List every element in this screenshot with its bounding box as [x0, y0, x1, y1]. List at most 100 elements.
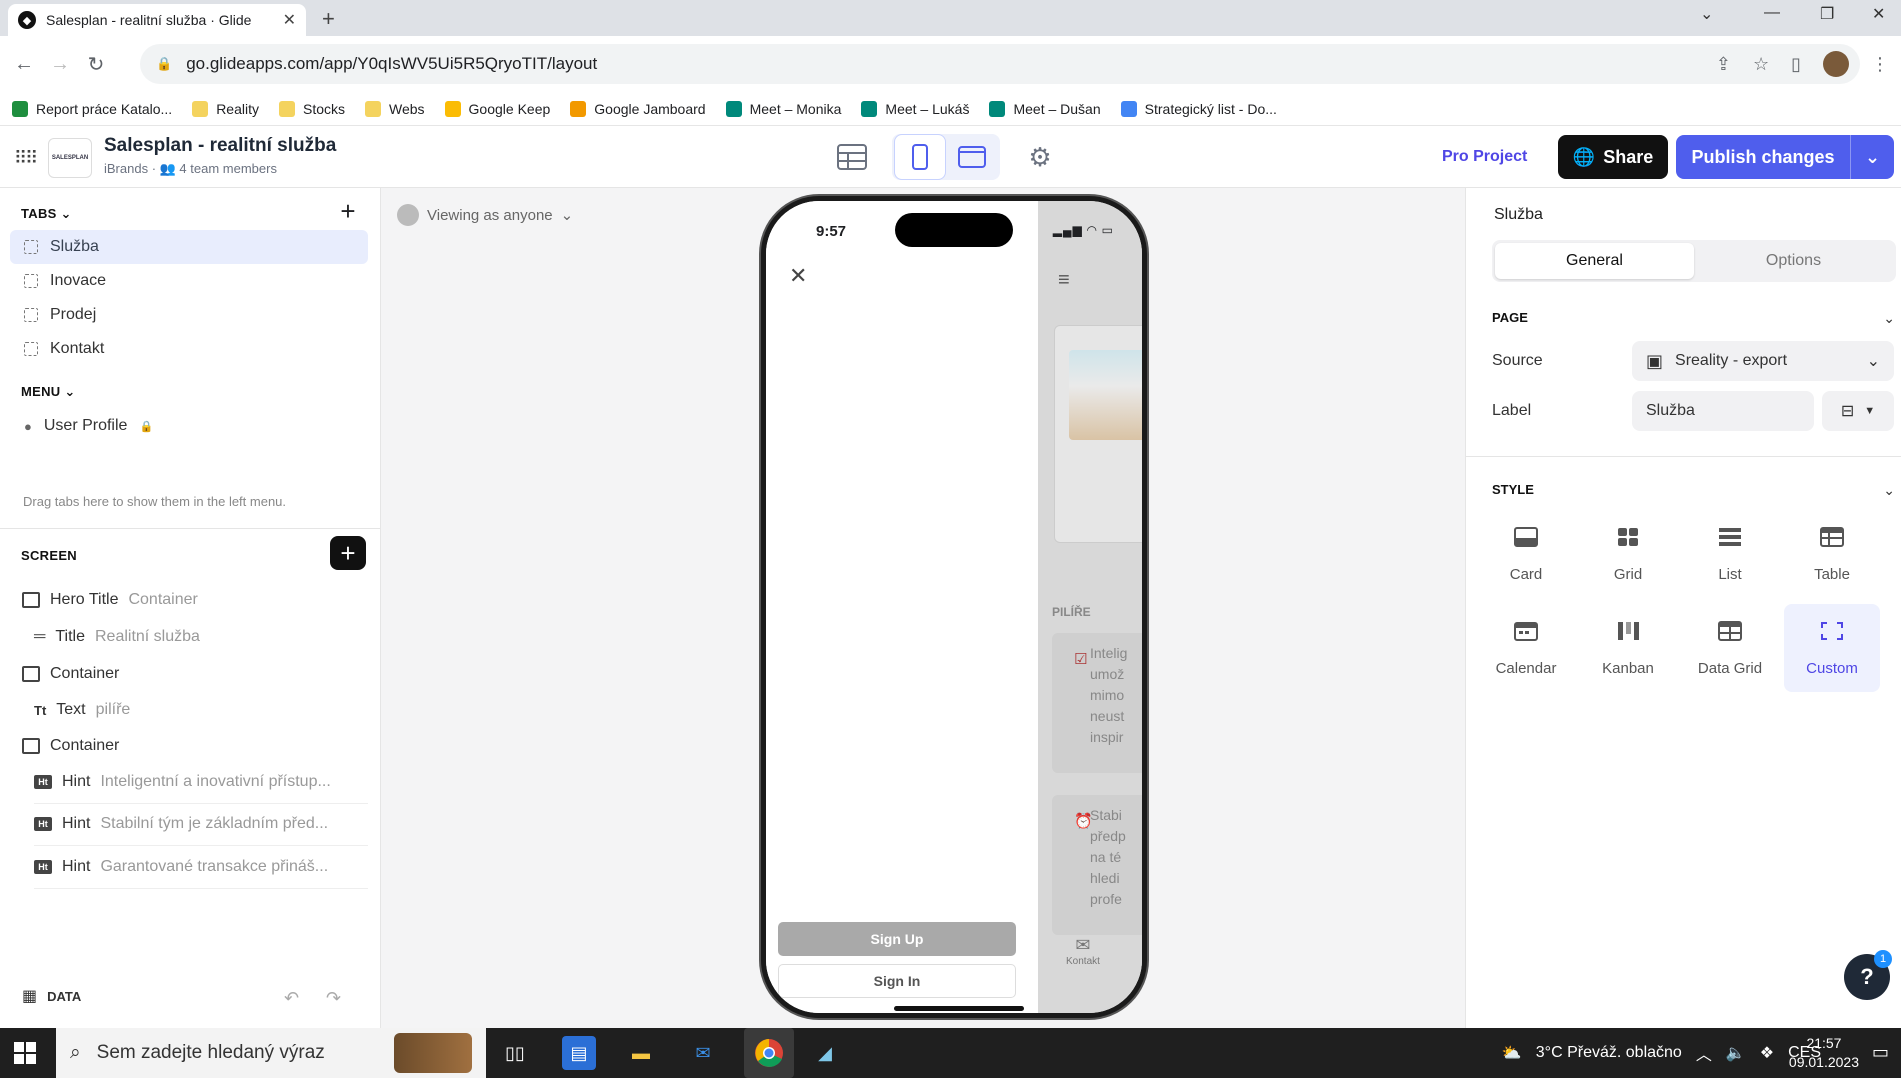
component-row[interactable]: Ht Hint Inteligentní a inovativní přístup.…	[34, 760, 368, 804]
chevron-up-icon[interactable]: ︿	[1696, 1041, 1712, 1065]
tabs-heading[interactable]: TABS ⌄	[21, 206, 72, 222]
app-logo[interactable]: SALESPLAN	[48, 138, 92, 178]
chrome-icon[interactable]	[744, 1028, 794, 1078]
bookmark-item[interactable]: Stocks	[278, 100, 345, 117]
taskbar-search[interactable]: ⌕ Sem zadejte hledaný výraz	[56, 1028, 486, 1078]
share-label: Share	[1603, 146, 1654, 167]
task-view-icon[interactable]: ▯▯	[498, 1036, 532, 1070]
pro-project-link[interactable]: Pro Project	[1442, 148, 1527, 166]
minimize-icon[interactable]: —	[1764, 4, 1780, 22]
browser-tab[interactable]: ◆ Salesplan - realitní služba · Glide ✕	[8, 4, 306, 36]
back-icon[interactable]: ←	[6, 53, 42, 76]
undo-icon[interactable]: ↶	[284, 988, 299, 1009]
settings-gear-icon[interactable]: ⚙	[1014, 134, 1066, 180]
bookmark-star-icon[interactable]: ☆	[1753, 54, 1769, 75]
add-component-button[interactable]: +	[330, 536, 366, 570]
style-option[interactable]: Calendar	[1478, 604, 1574, 692]
windows-start-icon[interactable]	[14, 1042, 36, 1064]
bookmark-item[interactable]: Report práce Katalo...	[12, 100, 172, 117]
tab-item[interactable]: Kontakt	[10, 332, 368, 366]
style-label: Table	[1814, 565, 1850, 583]
label-input[interactable]: Služba	[1632, 391, 1814, 431]
bookmark-item[interactable]: Google Jamboard	[570, 100, 706, 117]
volume-icon[interactable]: 🔈	[1726, 1043, 1746, 1063]
reload-icon[interactable]: ↻	[78, 52, 114, 77]
style-option[interactable]: Grid	[1580, 510, 1676, 598]
app-icon[interactable]: ◢	[808, 1036, 842, 1070]
tablet-view-icon[interactable]	[946, 134, 998, 180]
bison-image	[394, 1033, 472, 1073]
mobile-view-icon[interactable]	[894, 134, 946, 180]
bookmark-item[interactable]: Google Keep	[444, 100, 550, 117]
component-row[interactable]: Ht Hint Garantované transakce přináš...	[34, 845, 368, 889]
url-bar[interactable]: 🔒 go.glideapps.com/app/Y0qIsWV5Ui5R5Qryo…	[140, 44, 1860, 84]
bookmark-item[interactable]: Meet – Monika	[725, 100, 841, 117]
style-option[interactable]: Data Grid	[1682, 604, 1778, 692]
clock-icon: ⏰	[1074, 813, 1093, 830]
file-explorer-icon[interactable]: ▬	[624, 1036, 658, 1070]
style-option[interactable]: Table	[1784, 510, 1880, 598]
bookmark-item[interactable]: Webs	[365, 100, 425, 117]
forward-icon[interactable]: →	[42, 53, 78, 76]
side-panel-icon[interactable]: ▯	[1791, 54, 1801, 75]
tab-item[interactable]: Služba	[10, 230, 368, 264]
apps-grid-icon[interactable]: ⠿⠿	[14, 148, 38, 169]
close-tab-icon[interactable]: ✕	[283, 10, 296, 30]
sign-up-button[interactable]: Sign Up	[778, 922, 1016, 956]
bookmark-item[interactable]: Reality	[192, 100, 259, 117]
data-editor-icon[interactable]	[826, 134, 878, 180]
data-section[interactable]: ▦ DATA	[22, 986, 81, 1006]
style-option[interactable]: Custom	[1784, 604, 1880, 692]
bookmark-icon	[444, 100, 461, 117]
bookmark-item[interactable]: Strategický list - Do...	[1120, 100, 1277, 117]
chevron-down-icon[interactable]: ⌄	[1850, 135, 1894, 179]
label-source-picker[interactable]: ⊟ ▼	[1822, 391, 1894, 431]
tab-label: Inovace	[50, 272, 107, 289]
store-icon[interactable]: ▤	[562, 1036, 596, 1070]
hint-card[interactable]: ☑ Intelig umož mimo neust inspir	[1052, 633, 1142, 773]
tab-item[interactable]: Prodej	[10, 298, 368, 332]
clock[interactable]: 21:57 09.01.2023	[1789, 1034, 1859, 1072]
redo-icon[interactable]: ↷	[326, 988, 341, 1009]
add-tab-button[interactable]: +	[330, 194, 366, 228]
close-window-icon[interactable]: ✕	[1872, 4, 1885, 24]
restore-icon[interactable]: ❐	[1820, 4, 1834, 24]
collapse-chevron-icon[interactable]: ⌄	[1883, 482, 1895, 499]
new-tab-icon[interactable]: +	[322, 6, 335, 32]
style-option[interactable]: Card	[1478, 510, 1574, 598]
source-select[interactable]: ▣ Sreality - export ⌄	[1632, 341, 1894, 381]
tab-search-icon[interactable]: ⌄	[1700, 4, 1713, 24]
browser-tabbar: ◆ Salesplan - realitní služba · Glide ✕ …	[0, 0, 1901, 36]
dropbox-icon[interactable]: ❖	[1760, 1043, 1774, 1063]
component-row[interactable]: Ht Hint Stabilní tým je základním před...	[34, 802, 368, 846]
close-menu-icon[interactable]: ✕	[789, 263, 807, 289]
hint-line: inspir	[1090, 729, 1124, 745]
tab-options[interactable]: Options	[1694, 243, 1893, 279]
hamburger-icon[interactable]: ≡	[1058, 269, 1070, 292]
tabbar-item-kontakt[interactable]: ✉ Kontakt	[1066, 935, 1100, 967]
bookmark-item[interactable]: Meet – Dušan	[989, 100, 1101, 117]
style-option[interactable]: List	[1682, 510, 1778, 598]
checkbox-icon: ☑	[1074, 651, 1088, 668]
notifications-icon[interactable]: ▭	[1872, 1042, 1889, 1063]
bookmark-item[interactable]: Meet – Lukáš	[861, 100, 969, 117]
hint-line: profe	[1090, 891, 1122, 907]
style-option[interactable]: Kanban	[1580, 604, 1676, 692]
profile-avatar[interactable]	[1823, 51, 1849, 77]
mail-app-icon[interactable]: ✉	[686, 1036, 720, 1070]
share-button[interactable]: 🌐 Share	[1558, 135, 1668, 179]
share-page-icon[interactable]: ⇪	[1716, 54, 1731, 75]
more-menu-icon[interactable]: ⋮	[1871, 54, 1889, 75]
menu-item-user-profile[interactable]: ● User Profile 🔒	[10, 406, 368, 446]
menu-heading[interactable]: MENU ⌄	[21, 384, 76, 400]
tab-item[interactable]: Inovace	[10, 264, 368, 298]
screen-behind-menu: ≡ PILÍŘE ☑ Intelig umož mimo neust inspir ⏰ St…	[1038, 201, 1142, 1013]
viewing-as-selector[interactable]: Viewing as anyone ⌄	[397, 204, 573, 226]
hint-card[interactable]: ⏰ Stabi předp na té hledi profe	[1052, 795, 1142, 935]
sign-in-button[interactable]: Sign In	[778, 964, 1016, 998]
chevron-down-icon: ⌄	[1866, 353, 1880, 370]
collapse-chevron-icon[interactable]: ⌄	[1883, 310, 1895, 327]
publish-button[interactable]: Publish changes ⌄	[1676, 135, 1894, 179]
style-card-icon	[1513, 526, 1539, 552]
tab-general[interactable]: General	[1495, 243, 1694, 279]
